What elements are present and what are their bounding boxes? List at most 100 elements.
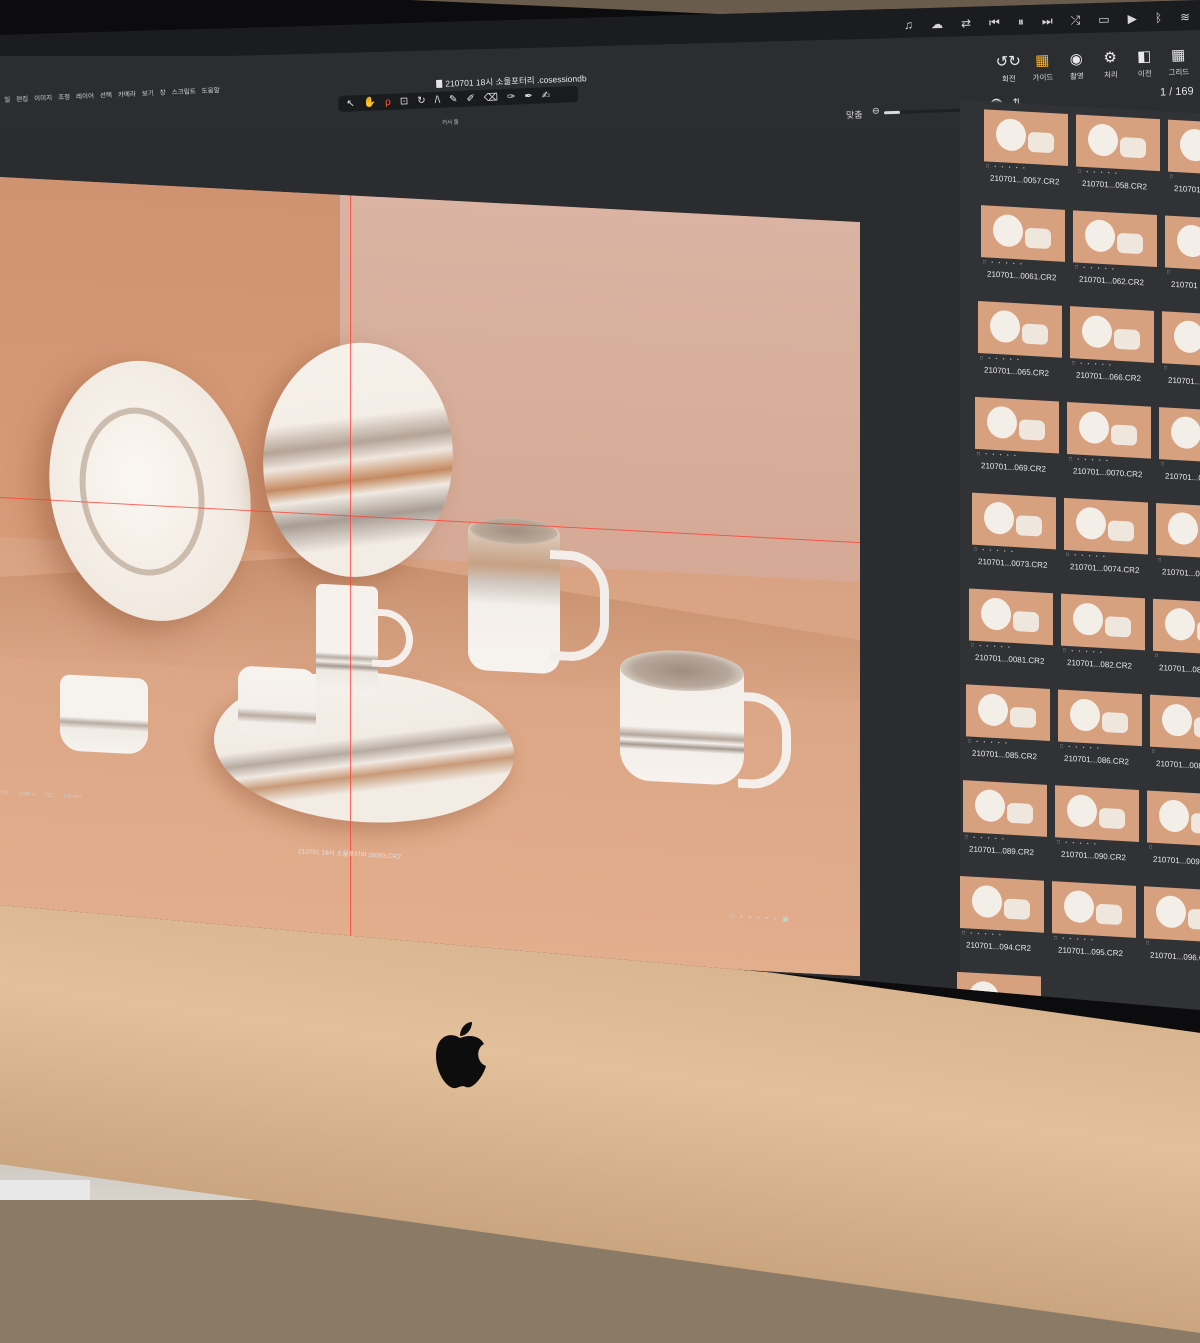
- menu-item[interactable]: 레이어: [76, 90, 94, 101]
- thumbnail-image[interactable]: [1073, 210, 1157, 268]
- thumbnail-image[interactable]: [1159, 407, 1200, 464]
- thumbnail-image[interactable]: [1052, 881, 1136, 938]
- menu-item[interactable]: 도움말: [201, 84, 220, 95]
- thumbnail-rating[interactable]: □ • • • • •: [1072, 360, 1113, 368]
- thumbnail-item[interactable]: □ 210701...0087.CR: [1150, 694, 1200, 778]
- thumbnail-rating[interactable]: □ • • • • •: [968, 738, 1009, 746]
- thumbnail-item[interactable]: □ • • • • • 210701...094.CR2: [960, 876, 1044, 959]
- menu-item[interactable]: 카메라: [118, 88, 136, 99]
- thumbnail-rating[interactable]: □ • • • • •: [1060, 744, 1101, 752]
- thumbnail-item[interactable]: □ 210701...096.CR2: [1144, 886, 1200, 969]
- thumbnail-rating[interactable]: □ • • • • •: [983, 259, 1024, 267]
- thumbnail-image[interactable]: [1150, 694, 1200, 752]
- thumbnail-rating[interactable]: □: [1161, 461, 1166, 467]
- thumbnail-image[interactable]: [1055, 785, 1139, 843]
- thumbnail-rating[interactable]: □ • • • • •: [980, 355, 1021, 363]
- thumbnail-image[interactable]: [1070, 306, 1154, 363]
- thumbnail-image[interactable]: [1165, 215, 1200, 273]
- thumbnail-image[interactable]: [1144, 886, 1200, 943]
- menu-item[interactable]: 조정: [58, 91, 70, 102]
- thumbnail-image[interactable]: [981, 205, 1065, 262]
- thumbnail-item[interactable]: □ 210701...0091.CR2: [1147, 790, 1200, 873]
- thumbnail-item[interactable]: □ • • • • • 210701...082.CR2: [1061, 593, 1145, 677]
- thumbnail-item[interactable]: □ • • • • • 210701...066.CR2: [1070, 306, 1154, 389]
- bluetooth-icon[interactable]: ᛒ: [1154, 11, 1162, 26]
- thumbnail-item[interactable]: □ 210701: [1165, 215, 1200, 298]
- thumbnail-image[interactable]: [960, 876, 1044, 933]
- vertical-guide[interactable]: [350, 195, 351, 950]
- thumbnail-image[interactable]: [1061, 593, 1145, 651]
- thumbnail-item[interactable]: □ 210701...083.C: [1153, 598, 1200, 682]
- thumbnail-image[interactable]: [1156, 502, 1200, 560]
- zoom-out-icon[interactable]: ⊖: [872, 105, 880, 116]
- menu-item[interactable]: 이미지: [34, 92, 52, 103]
- thumbnail-rating[interactable]: □ • • • • •: [971, 643, 1012, 651]
- viewer-photo[interactable]: [0, 176, 860, 977]
- thumbnail-rating[interactable]: □ • • • • •: [1057, 839, 1098, 847]
- wifi-icon[interactable]: ≋: [1180, 10, 1190, 25]
- thumbnail-item[interactable]: □ • • • • • 210701...090.CR2: [1055, 785, 1139, 868]
- thumbnail-item[interactable]: □ • • • • • 210701...0057.CR2: [984, 109, 1068, 192]
- thumbnail-item[interactable]: □ 210701...007: [1156, 502, 1200, 586]
- thumbnail-rating[interactable]: □: [1167, 270, 1172, 276]
- thumbnail-item[interactable]: □ • • • • • 210701...0070.CR2: [1067, 401, 1151, 485]
- thumbnail-item[interactable]: □ 210701...: [1162, 311, 1200, 394]
- pointer-icon[interactable]: ↖: [346, 98, 355, 109]
- airplay-icon[interactable]: ▭: [1098, 12, 1110, 27]
- fit-button[interactable]: 맞춤: [846, 108, 863, 122]
- menu-item[interactable]: 편집: [16, 93, 28, 104]
- brush-icon[interactable]: ✐: [466, 93, 475, 104]
- thumbnail-rating[interactable]: □: [1164, 365, 1169, 371]
- grid-button[interactable]: ▦ 그리드: [1160, 46, 1197, 78]
- thumbnail-item[interactable]: □ • • • • • 210701...065.CR2: [978, 301, 1062, 384]
- pan-icon[interactable]: ✋: [363, 97, 376, 109]
- thumbnail-rating[interactable]: □ • • • • •: [962, 930, 1003, 938]
- thumbnail-rating[interactable]: □ • • • • •: [1078, 169, 1119, 177]
- menu-item[interactable]: 창: [160, 87, 166, 97]
- thumbnail-image[interactable]: [966, 684, 1050, 742]
- menu-item[interactable]: 선택: [100, 89, 112, 100]
- thumbnail-rating[interactable]: □: [1149, 845, 1154, 851]
- thumbnail-image[interactable]: [969, 588, 1053, 646]
- thumbnail-item[interactable]: □ • • • • • 210701...0074.CR2: [1064, 497, 1148, 581]
- thumbnail-rating[interactable]: □: [1158, 557, 1163, 563]
- pause-icon[interactable]: ⏸: [1018, 15, 1024, 30]
- thumbnail-rating[interactable]: □ • • • • •: [965, 834, 1006, 842]
- thumbnail-image[interactable]: [1162, 311, 1200, 368]
- thumbnail-image[interactable]: [984, 109, 1068, 167]
- rotate-icon[interactable]: ↻: [417, 95, 426, 106]
- thumbnail-rating[interactable]: □ • • • • •: [1054, 935, 1095, 943]
- picker-icon[interactable]: ✑: [507, 91, 516, 102]
- thumbnail-image[interactable]: [975, 396, 1059, 454]
- thumbnail-rating[interactable]: □: [1155, 653, 1160, 659]
- thumbnail-item[interactable]: □ • • • • • 210701...0081.CR2: [969, 588, 1053, 672]
- thumbnail-image[interactable]: [1076, 114, 1160, 172]
- thumbnail-image[interactable]: [972, 492, 1056, 550]
- thumbnail-rating[interactable]: □ • • • • •: [977, 451, 1018, 459]
- shuffle-icon[interactable]: ⤮: [1070, 13, 1080, 28]
- thumbnail-image[interactable]: [963, 780, 1047, 837]
- thumbnail-rating[interactable]: □ • • • • •: [1063, 648, 1104, 656]
- thumbnail-item[interactable]: □ 210701: [1168, 119, 1200, 203]
- thumbnail-rating[interactable]: □: [1152, 749, 1157, 755]
- crop-icon[interactable]: ⊡: [400, 96, 409, 107]
- thumbnail-rating[interactable]: □ • • • • •: [986, 163, 1027, 171]
- thumbnail-image[interactable]: [1147, 790, 1200, 848]
- thumbnail-image[interactable]: [1153, 598, 1200, 656]
- thumbnail-item[interactable]: □ • • • • • 210701...062.CR2: [1073, 210, 1157, 293]
- thumbnail-item[interactable]: □ • • • • • 210701...058.CR2: [1076, 114, 1160, 197]
- keystone-icon[interactable]: /\: [434, 94, 440, 105]
- thumbnail-rating[interactable]: □ • • • • •: [974, 547, 1015, 555]
- thumbnail-item[interactable]: □ • • • • • 210701...095.CR2: [1052, 881, 1136, 964]
- thumbnail-item[interactable]: □ • • • • • 210701...069.CR2: [975, 396, 1059, 480]
- repeat-icon[interactable]: ⇄: [961, 16, 971, 31]
- thumbnail-item[interactable]: □ • • • • • 210701...085.CR2: [966, 684, 1050, 767]
- guide-button[interactable]: ▦ 가이드: [1024, 51, 1061, 83]
- thumbnail-item[interactable]: □ • • • • • 210701...0073.CR2: [972, 492, 1056, 576]
- thumbnail-rating[interactable]: □ • • • • •: [1066, 552, 1107, 560]
- thumbnail-item[interactable]: □ • • • • • 210701...089.CR2: [963, 780, 1047, 863]
- thumbnail-rating[interactable]: □: [1146, 940, 1151, 946]
- prev-track-icon[interactable]: ⏮: [989, 15, 1000, 30]
- eraser-icon[interactable]: ⌫: [484, 92, 499, 104]
- thumbnail-rating[interactable]: □ • • • • •: [1069, 456, 1110, 464]
